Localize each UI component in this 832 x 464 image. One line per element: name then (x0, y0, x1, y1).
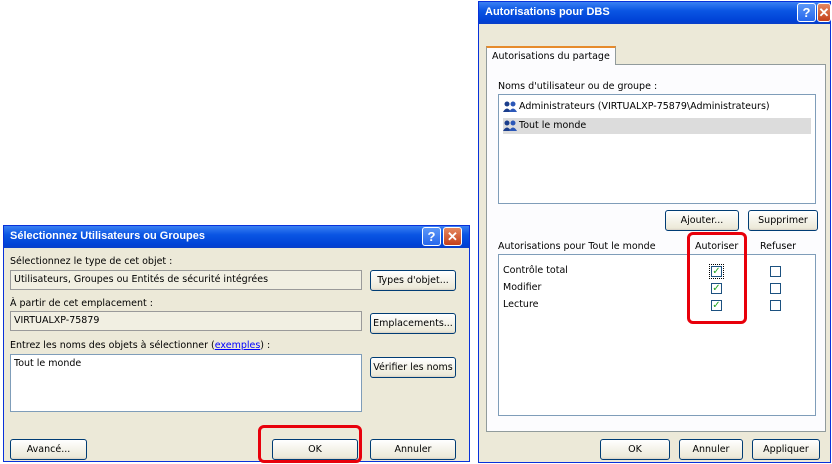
names-label: Entrez les noms des objets à sélectionne… (10, 340, 270, 351)
names-textarea[interactable]: Tout le monde (10, 354, 362, 412)
object-types-button[interactable]: Types d'objet... (370, 270, 456, 291)
remove-button[interactable]: Supprimer (748, 210, 818, 231)
object-type-label: Sélectionnez le type de cet objet : (10, 256, 173, 267)
location-field: VIRTUALXP-75879 (10, 311, 362, 331)
user-item-administrators[interactable]: Administrateurs (VIRTUALXP-75879\Adminis… (503, 99, 770, 115)
examples-link[interactable]: exemples (215, 340, 261, 351)
cancel-button[interactable]: Annuler (370, 439, 456, 460)
check-names-button[interactable]: Vérifier les noms (370, 357, 456, 378)
tab-share-permissions[interactable]: Autorisations du partage (486, 46, 616, 65)
permissions-list: Contrôle total ✓ Modifier ✓ Lecture ✓ (498, 254, 816, 416)
names-label-suffix: ) : (260, 340, 271, 351)
user-name: Tout le monde (519, 120, 587, 131)
users-group-icon (503, 120, 517, 131)
close-icon[interactable]: ✕ (817, 3, 831, 22)
users-group-icon (503, 101, 517, 112)
ok-button[interactable]: OK (600, 439, 670, 460)
perm-modify: Modifier (503, 282, 542, 293)
advanced-button[interactable]: Avancé... (10, 439, 87, 460)
title-bar[interactable]: Sélectionnez Utilisateurs ou Groupes ? ✕ (4, 226, 469, 248)
title-bar[interactable]: Autorisations pour DBS ? ✕ (479, 2, 831, 24)
perm-read: Lecture (503, 299, 539, 310)
locations-button[interactable]: Emplacements... (370, 313, 456, 334)
location-label: À partir de cet emplacement : (10, 298, 153, 309)
deny-full-control-checkbox[interactable] (770, 266, 781, 277)
apply-button[interactable]: Appliquer (752, 439, 820, 460)
object-type-field: Utilisateurs, Groupes ou Entités de sécu… (10, 270, 362, 290)
close-icon[interactable]: ✕ (443, 227, 462, 246)
deny-read-checkbox[interactable] (770, 300, 781, 311)
help-icon[interactable]: ? (797, 3, 816, 22)
allow-column-highlight (687, 232, 747, 324)
deny-modify-checkbox[interactable] (770, 283, 781, 294)
deny-header: Refuser (760, 241, 797, 252)
add-button[interactable]: Ajouter... (665, 210, 739, 231)
dialog-title: Autorisations pour DBS (485, 6, 610, 18)
perm-full-control: Contrôle total (503, 265, 568, 276)
ok-highlight (258, 425, 362, 463)
cancel-button[interactable]: Annuler (679, 439, 743, 460)
dialog-title: Sélectionnez Utilisateurs ou Groupes (10, 230, 205, 242)
user-item-everyone[interactable]: Tout le monde (503, 118, 811, 134)
permissions-dialog: Autorisations pour DBS ? ✕ Autorisations… (478, 1, 831, 463)
names-label-prefix: Entrez les noms des objets à sélectionne… (10, 340, 215, 351)
user-name: Administrateurs (VIRTUALXP-75879\Adminis… (519, 101, 770, 112)
users-label: Noms d'utilisateur ou de groupe : (498, 81, 658, 92)
select-users-dialog: Sélectionnez Utilisateurs ou Groupes ? ✕… (3, 225, 470, 462)
users-list[interactable]: Administrateurs (VIRTUALXP-75879\Adminis… (498, 94, 816, 204)
permissions-label: Autorisations pour Tout le monde (498, 241, 656, 252)
help-icon[interactable]: ? (422, 227, 441, 246)
